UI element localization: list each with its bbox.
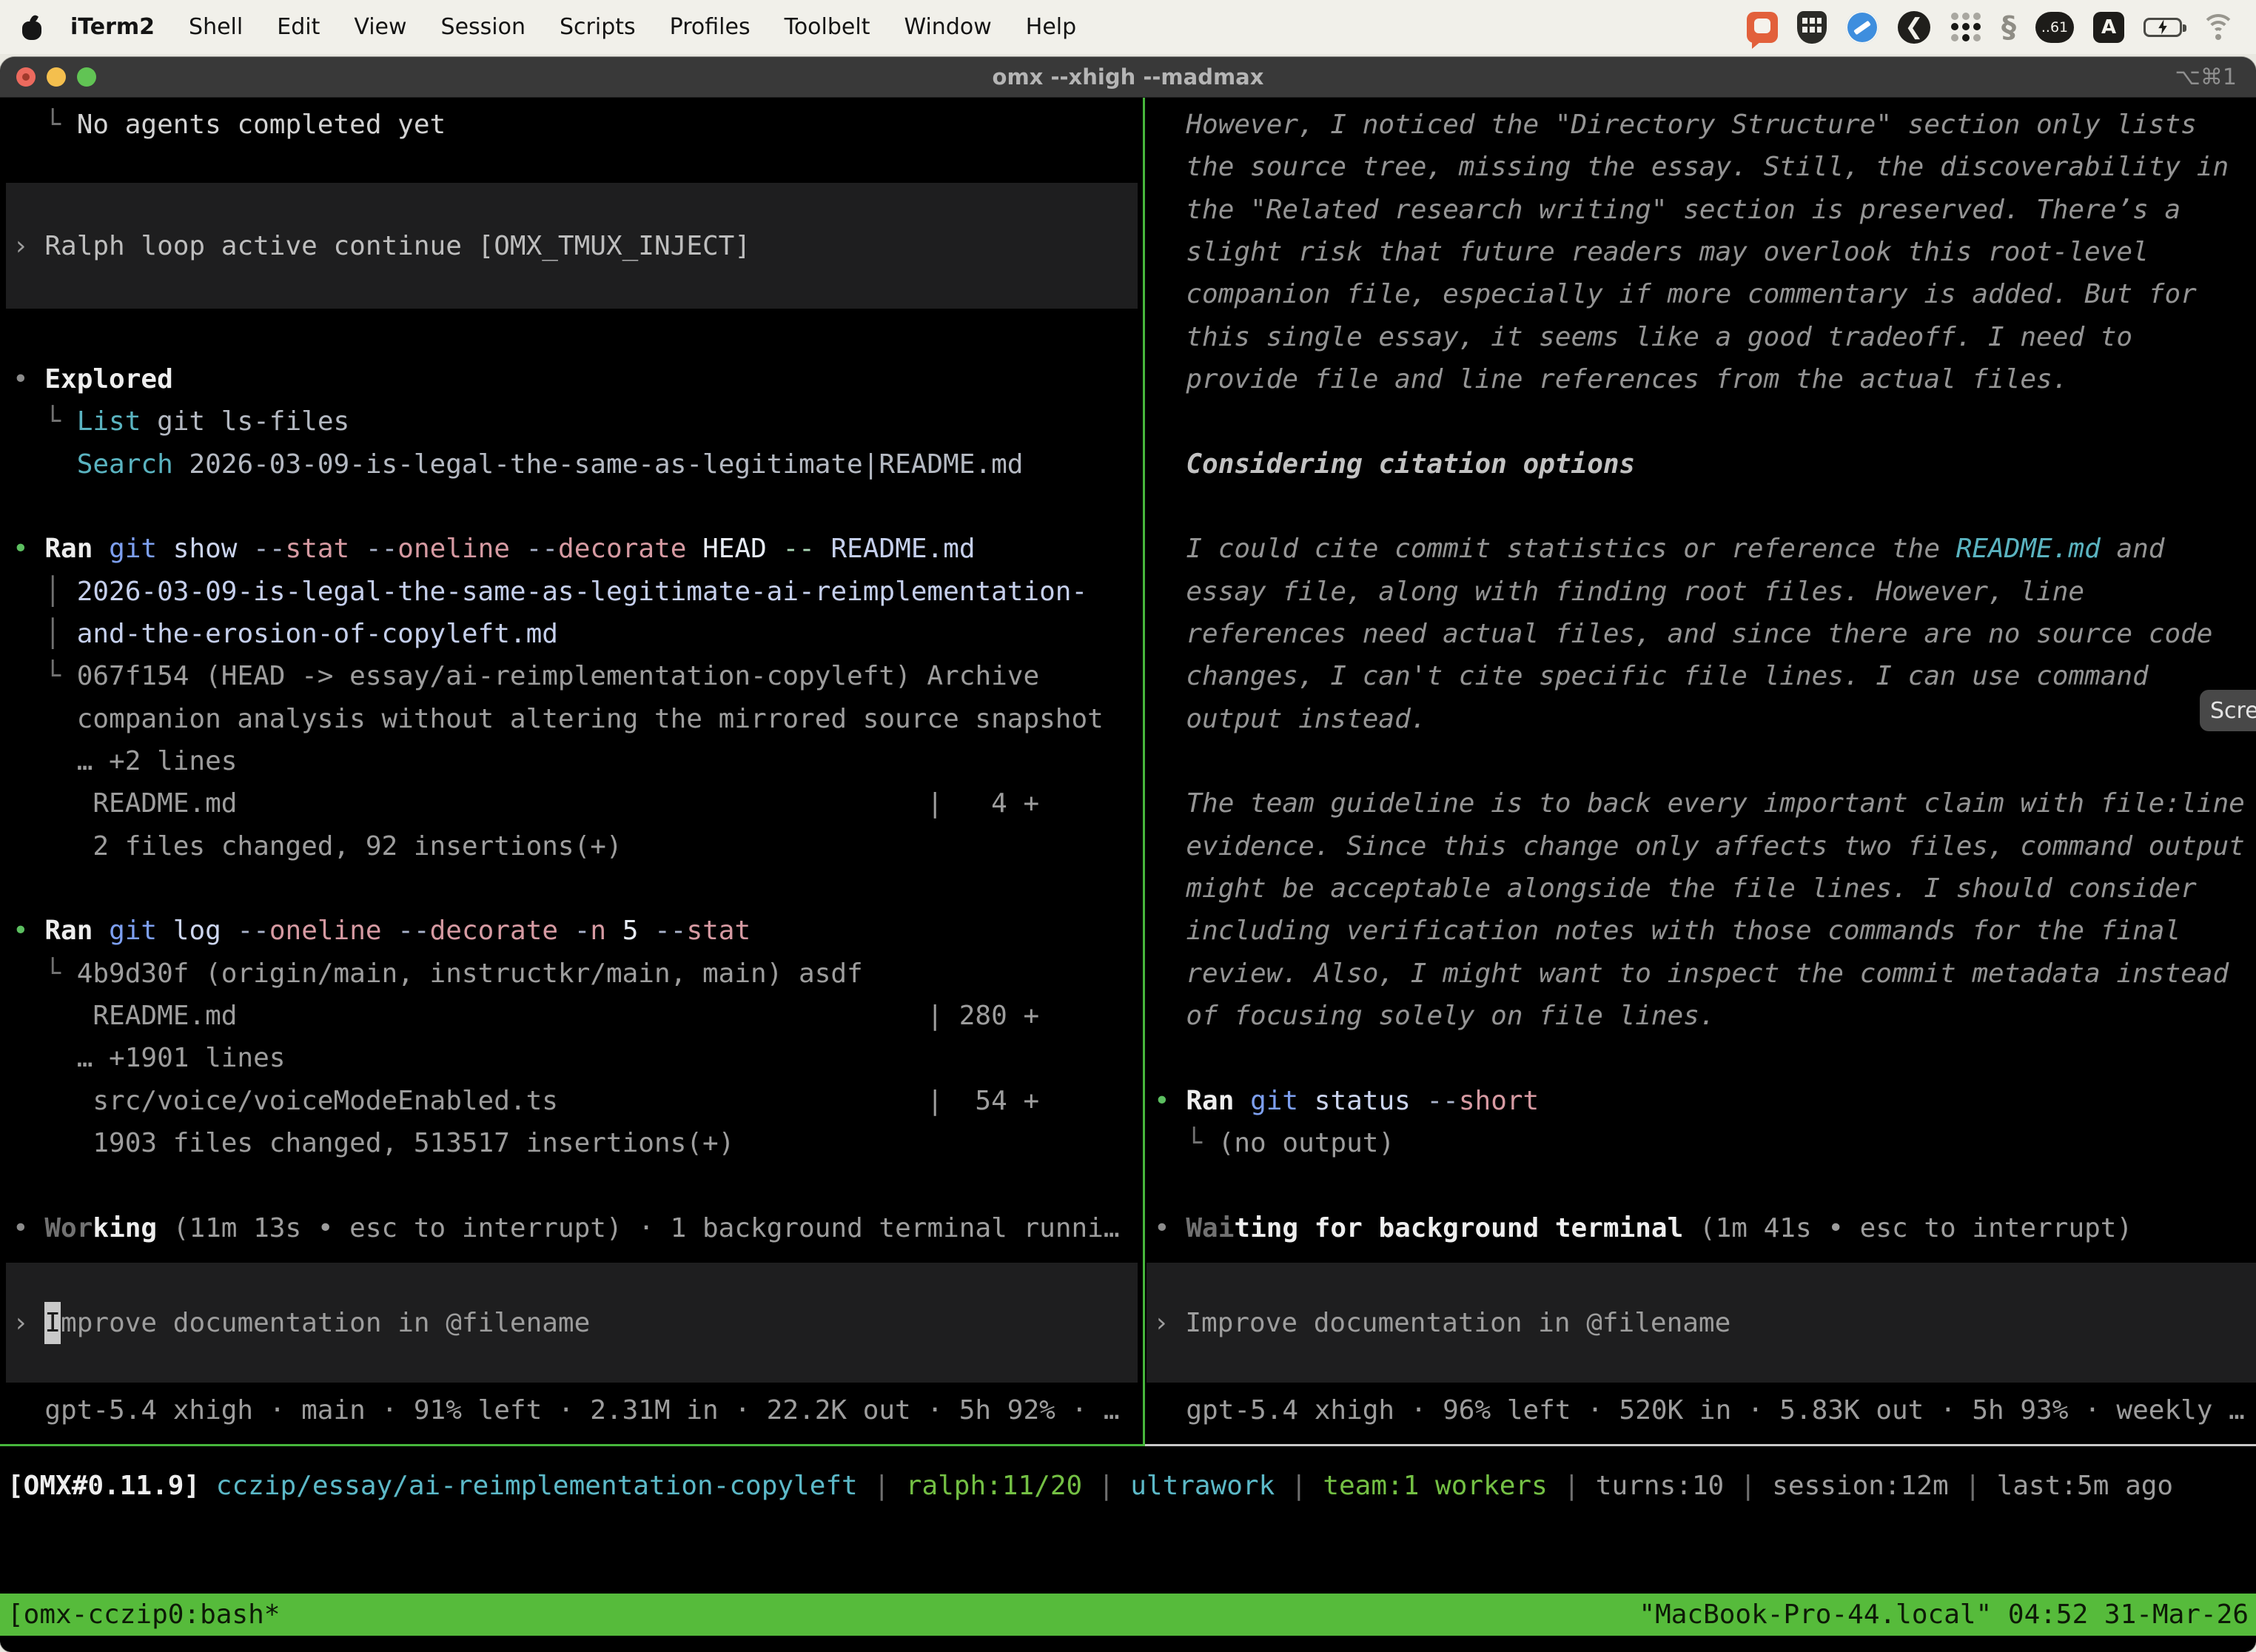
terminal-line: └ List git ls-files	[13, 400, 349, 443]
terminal-line: However, I noticed the "Directory Struct…	[1154, 104, 2197, 146]
terminal-line: changes, I can't cite specific file line…	[1154, 655, 2149, 697]
terminal-line: • Explored	[13, 358, 173, 400]
terminal-line: │ and-the-erosion-of-copyleft.md	[13, 613, 558, 655]
prompt-input[interactable]: › Ralph loop active continue [OMX_TMUX_I…	[6, 183, 1138, 309]
wifi-icon[interactable]	[2201, 11, 2235, 44]
terminal-body: [OMX#0.11.9] cczip/essay/ai-reimplementa…	[0, 98, 2256, 1594]
menu-item-window[interactable]: Window	[887, 0, 1008, 54]
battery-percent-badge[interactable]: ..61	[2035, 11, 2074, 44]
terminal-line: • Ran git show --stat --oneline --decora…	[13, 528, 976, 570]
terminal-line: the source tree, missing the essay. Stil…	[1154, 146, 2229, 188]
terminal-line: the "Related research writing" section i…	[1154, 189, 2181, 231]
terminal-line: └ 067f154 (HEAD -> essay/ai-reimplementa…	[13, 655, 1039, 697]
left-pane-border	[0, 1444, 1145, 1446]
right-pane-border	[1145, 1444, 2256, 1446]
menu-item-scripts[interactable]: Scripts	[543, 0, 653, 54]
menu-item-profiles[interactable]: Profiles	[653, 0, 768, 54]
status-tray: ❮ § ..61 A	[1747, 11, 2235, 44]
terminal-line: evidence. Since this change only affects…	[1154, 825, 2245, 867]
window-shortcut-badge: ⌥⌘1	[2175, 64, 2256, 90]
prompt-input[interactable]: › Improve documentation in @filename	[1147, 1263, 2256, 1383]
terminal-line: README.md | 4 +	[13, 782, 1039, 825]
pane-divider[interactable]	[1143, 98, 1145, 1446]
terminal-line: including verification notes with those …	[1154, 910, 2181, 952]
terminal-line: essay file, along with finding root file…	[1154, 571, 2084, 613]
terminal-line: └ No agents completed yet	[13, 104, 446, 146]
menu-item-view[interactable]: View	[337, 0, 423, 54]
terminal-line: └ 4b9d30f (origin/main, instructkr/main,…	[13, 953, 863, 995]
terminal-line: references need actual files, and since …	[1154, 613, 2212, 655]
prompt-input[interactable]: › Improve documentation in @filename	[6, 1263, 1138, 1383]
terminal-line: … +2 lines	[13, 740, 237, 782]
terminal-line: review. Also, I might want to inspect th…	[1154, 953, 2229, 995]
tmux-session-label: [omx-cczip0:bash*	[7, 1599, 280, 1630]
menu-item-iterm2[interactable]: iTerm2	[53, 0, 172, 54]
terminal-line: might be acceptable alongside the file l…	[1154, 867, 2197, 910]
apple-menu-icon[interactable]	[21, 15, 43, 40]
terminal-line: … +1901 lines	[13, 1037, 285, 1079]
terminal-line: gpt-5.4 xhigh · 96% left · 520K in · 5.8…	[1154, 1389, 2245, 1431]
terminal-line: • Waiting for background terminal (1m 41…	[1154, 1207, 2132, 1249]
title-bar[interactable]: omx --xhigh --madmax ⌥⌘1	[0, 57, 2256, 98]
tmux-host-clock: "MacBook-Pro-44.local" 04:52 31-Mar-26	[1639, 1599, 2249, 1630]
terminal-line: src/voice/voiceModeEnabled.ts | 54 +	[13, 1080, 1039, 1122]
terminal-line: The team guideline is to back every impo…	[1154, 782, 2245, 825]
terminal-line: Considering citation options	[1154, 443, 1635, 486]
terminal-line: README.md | 280 +	[13, 995, 1039, 1037]
menu-item-shell[interactable]: Shell	[172, 0, 260, 54]
terminal-line: I could cite commit statistics or refere…	[1154, 528, 2164, 570]
menu-items: iTerm2ShellEditViewSessionScriptsProfile…	[53, 0, 1093, 54]
window-bottom-edge	[0, 1636, 2256, 1652]
terminal-line: 1903 files changed, 513517 insertions(+)	[13, 1122, 734, 1164]
dragon-icon[interactable]: §	[2001, 11, 2016, 44]
back-circle-icon[interactable]: ❮	[1898, 11, 1930, 44]
terminal-line: │ 2026-03-09-is-legal-the-same-as-legiti…	[13, 571, 1087, 613]
terminal-line: this single essay, it seems like a good …	[1154, 316, 2132, 358]
battery-icon[interactable]	[2143, 11, 2182, 44]
omx-status-bar: [OMX#0.11.9] cczip/essay/ai-reimplementa…	[7, 1465, 2173, 1507]
iterm-window: omx --xhigh --madmax ⌥⌘1 [OMX#0.11.9] cc…	[0, 57, 2256, 1652]
menu-item-help[interactable]: Help	[1009, 0, 1093, 54]
window-title: omx --xhigh --madmax	[0, 64, 2256, 90]
terminal-line: • Ran git log --oneline --decorate -n 5 …	[13, 910, 751, 952]
terminal-line: • Ran git status --short	[1154, 1080, 1539, 1122]
screen-tooltip[interactable]: Scre	[2200, 690, 2256, 731]
terminal-line: └ (no output)	[1154, 1122, 1394, 1164]
terminal-line: output instead.	[1154, 698, 1426, 740]
terminal-line: 2 files changed, 92 insertions(+)	[13, 825, 622, 867]
text-app-icon[interactable]: A	[2093, 11, 2124, 44]
terminal-line: companion file, especially if more comme…	[1154, 273, 2197, 315]
menu-bar: iTerm2ShellEditViewSessionScriptsProfile…	[0, 0, 2256, 54]
terminal-line: slight risk that future readers may over…	[1154, 231, 2149, 273]
terminal-line: provide file and line references from th…	[1154, 358, 2068, 400]
terminal-line: • Working (11m 13s • esc to interrupt) ·…	[13, 1207, 1120, 1249]
menu-item-session[interactable]: Session	[424, 0, 543, 54]
terminal-line: Search 2026-03-09-is-legal-the-same-as-l…	[13, 443, 1023, 486]
terminal-line: of focusing solely on file lines.	[1154, 995, 1716, 1037]
terminal-line: companion analysis without altering the …	[13, 698, 1104, 740]
shield-grid-icon[interactable]	[1797, 11, 1827, 44]
tmux-status-bar: [omx-cczip0:bash* "MacBook-Pro-44.local"…	[0, 1594, 2256, 1636]
terminal-line: gpt-5.4 xhigh · main · 91% left · 2.31M …	[13, 1389, 1120, 1431]
dots-grid-icon[interactable]	[1950, 11, 1982, 44]
screenshot-icon[interactable]	[1747, 11, 1778, 44]
sync-badge-icon[interactable]	[1846, 11, 1879, 44]
menu-item-toolbelt[interactable]: Toolbelt	[768, 0, 887, 54]
menu-item-edit[interactable]: Edit	[260, 0, 337, 54]
